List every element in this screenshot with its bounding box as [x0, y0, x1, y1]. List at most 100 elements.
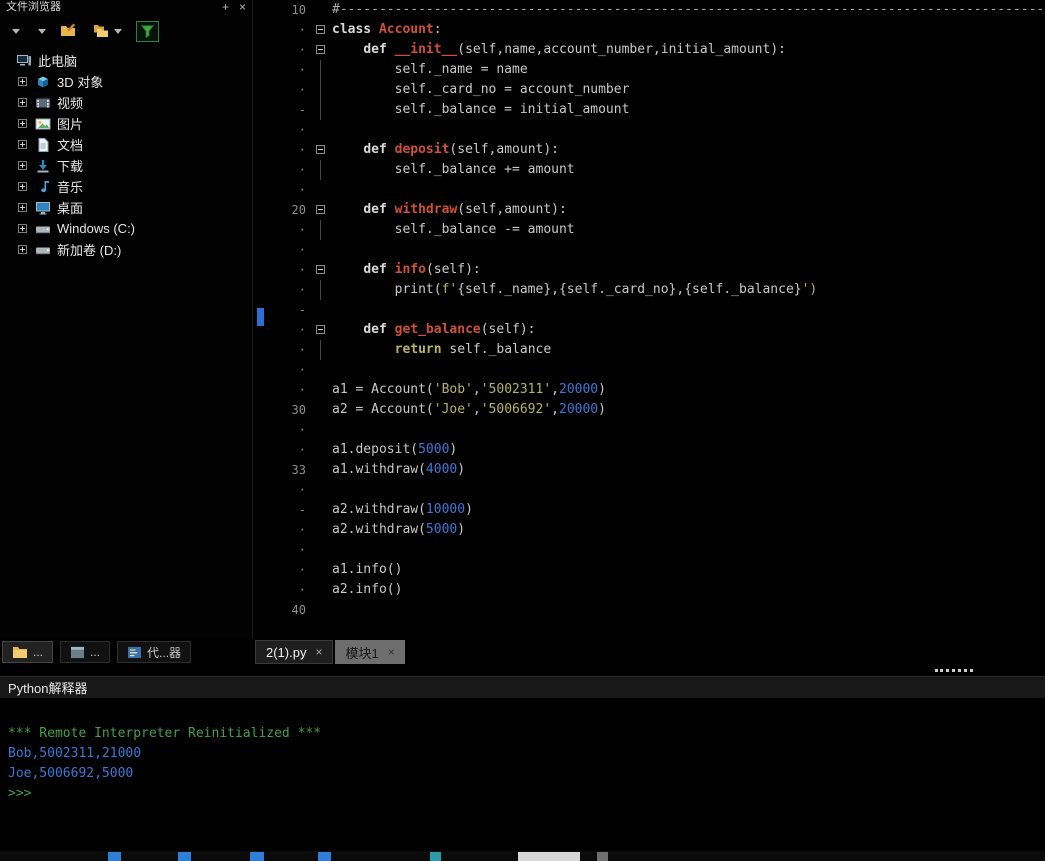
taskbar-app-icon[interactable]: [430, 852, 441, 861]
code-line[interactable]: 30 a2 = Account('Joe','5006692',20000): [268, 400, 1045, 420]
code-line[interactable]: ·: [268, 360, 1045, 380]
expand-plus-icon[interactable]: [18, 77, 27, 86]
taskbar-app-icon[interactable]: [518, 852, 580, 861]
code-token: 20000: [559, 402, 599, 417]
close-icon[interactable]: ×: [388, 645, 395, 659]
code-line[interactable]: ·: [268, 480, 1045, 500]
tree-item-this-pc[interactable]: 此电脑: [0, 50, 252, 71]
code-line[interactable]: - self._balance = initial_amount: [268, 100, 1045, 120]
code-token: 20000: [559, 382, 599, 397]
tree-item-videos[interactable]: 视频: [0, 92, 252, 113]
expand-plus-icon[interactable]: [18, 203, 27, 212]
code-line[interactable]: · def get_balance(self):: [268, 320, 1045, 340]
code-line[interactable]: ·: [268, 540, 1045, 560]
code-line[interactable]: -: [268, 300, 1045, 320]
fold-collapse-icon[interactable]: [316, 265, 325, 274]
taskbar-app-icon[interactable]: [108, 852, 121, 861]
tree-item-desktop[interactable]: 桌面: [0, 197, 252, 218]
code-line[interactable]: ·: [268, 420, 1045, 440]
code-line[interactable]: ·: [268, 240, 1045, 260]
taskbar-app-icon[interactable]: [318, 852, 331, 861]
code-line[interactable]: 40: [268, 600, 1045, 620]
code-line[interactable]: · class Account:: [268, 20, 1045, 40]
fold-collapse-icon[interactable]: [316, 45, 325, 54]
code-line[interactable]: ·: [268, 120, 1045, 140]
code-line[interactable]: 20 def withdraw(self,amount):: [268, 200, 1045, 220]
code-line[interactable]: · self._balance += amount: [268, 160, 1045, 180]
code-line[interactable]: · self._card_no = account_number: [268, 80, 1045, 100]
code-token: :: [433, 22, 442, 37]
tree-item-pictures[interactable]: 图片: [0, 113, 252, 134]
tree-item-drive-d[interactable]: 新加卷 (D:): [0, 239, 252, 260]
close-icon[interactable]: ×: [239, 1, 246, 13]
code-line[interactable]: · def info(self):: [268, 260, 1045, 280]
taskbar-app-icon[interactable]: [250, 852, 264, 861]
expand-plus-icon[interactable]: [18, 161, 27, 170]
nav-dropdown-icon[interactable]: [8, 28, 20, 34]
tree-item-3d-objects[interactable]: 3D 对象: [0, 71, 252, 92]
code-line[interactable]: · a2.info(): [268, 580, 1045, 600]
line-number: ·: [298, 383, 306, 397]
drive-icon: [35, 242, 51, 258]
interpreter-output[interactable]: *** Remote Interpreter Reinitialized ***…: [0, 698, 1045, 851]
code-line[interactable]: · a2.withdraw(5000): [268, 520, 1045, 540]
line-number: ·: [298, 63, 306, 77]
code-line[interactable]: · return self._balance: [268, 340, 1045, 360]
splitter-grip[interactable]: [935, 669, 973, 675]
tree-item-drive-c[interactable]: Windows (C:): [0, 218, 252, 239]
folder-edit-icon[interactable]: [60, 23, 78, 39]
expand-plus-icon[interactable]: [18, 245, 27, 254]
code-token: a1.deposit(: [332, 442, 419, 457]
code-line[interactable]: - a2.withdraw(10000): [268, 500, 1045, 520]
tree-item-documents[interactable]: 文档: [0, 134, 252, 155]
panel-splitter[interactable]: [253, 0, 268, 638]
line-number: ·: [298, 283, 306, 297]
desktop-icon: [35, 200, 51, 216]
code-line[interactable]: · a1 = Account('Bob','5002311',20000): [268, 380, 1045, 400]
tree-item-label: Windows (C:): [57, 221, 136, 236]
code-editor[interactable]: 10 #-------------------------------------…: [268, 0, 1045, 630]
dock-tab-2[interactable]: 代...器: [117, 641, 192, 663]
fold-collapse-icon[interactable]: [316, 25, 325, 34]
folders-icon[interactable]: [92, 23, 122, 39]
taskbar-app-icon[interactable]: [178, 852, 191, 861]
code-line[interactable]: ·: [268, 180, 1045, 200]
code-token: a1 = Account(: [332, 382, 434, 397]
dock-tab-0[interactable]: ...: [2, 641, 54, 663]
tree-item-downloads[interactable]: 下载: [0, 155, 252, 176]
tree-item-music[interactable]: 音乐: [0, 176, 252, 197]
fold-collapse-icon[interactable]: [316, 145, 325, 154]
taskbar-app-icon[interactable]: [597, 852, 608, 861]
editor-tab-active[interactable]: 2(1).py ×: [255, 640, 334, 664]
code-text: a2.withdraw(5000): [332, 520, 465, 540]
code-line[interactable]: · a1.info(): [268, 560, 1045, 580]
expand-plus-icon[interactable]: [18, 119, 27, 128]
view-dropdown-icon[interactable]: [34, 28, 46, 34]
code-token: (self,amount):: [449, 142, 559, 157]
code-line[interactable]: · self._name = name: [268, 60, 1045, 80]
fold-collapse-icon[interactable]: [316, 205, 325, 214]
fold-collapse-icon[interactable]: [316, 325, 325, 334]
expand-plus-icon[interactable]: [18, 182, 27, 191]
code-line[interactable]: · print(f'{self._name},{self._card_no},{…: [268, 280, 1045, 300]
code-line[interactable]: · self._balance -= amount: [268, 220, 1045, 240]
filter-icon[interactable]: [136, 20, 159, 42]
expand-plus-icon[interactable]: [18, 98, 27, 107]
splitter-handle-icon[interactable]: [257, 308, 264, 326]
code-line[interactable]: 10 #-------------------------------------…: [268, 0, 1045, 20]
code-line[interactable]: · a1.deposit(5000): [268, 440, 1045, 460]
code-token: a1.withdraw(: [332, 462, 426, 477]
pin-icon[interactable]: +: [222, 1, 229, 13]
chevron-down-icon: [38, 28, 46, 34]
editor-tab-inactive[interactable]: 模块1 ×: [335, 640, 405, 664]
code-text: a1.info(): [332, 560, 402, 580]
dock-tab-1[interactable]: ...: [60, 641, 111, 663]
code-line[interactable]: · def __init__(self,name,account_number,…: [268, 40, 1045, 60]
expand-plus-icon[interactable]: [18, 224, 27, 233]
close-icon[interactable]: ×: [315, 645, 322, 659]
code-line[interactable]: 33 a1.withdraw(4000): [268, 460, 1045, 480]
code-line[interactable]: · def deposit(self,amount):: [268, 140, 1045, 160]
code-token: info: [394, 262, 426, 277]
expand-plus-icon[interactable]: [18, 140, 27, 149]
fold-column: [312, 440, 332, 460]
